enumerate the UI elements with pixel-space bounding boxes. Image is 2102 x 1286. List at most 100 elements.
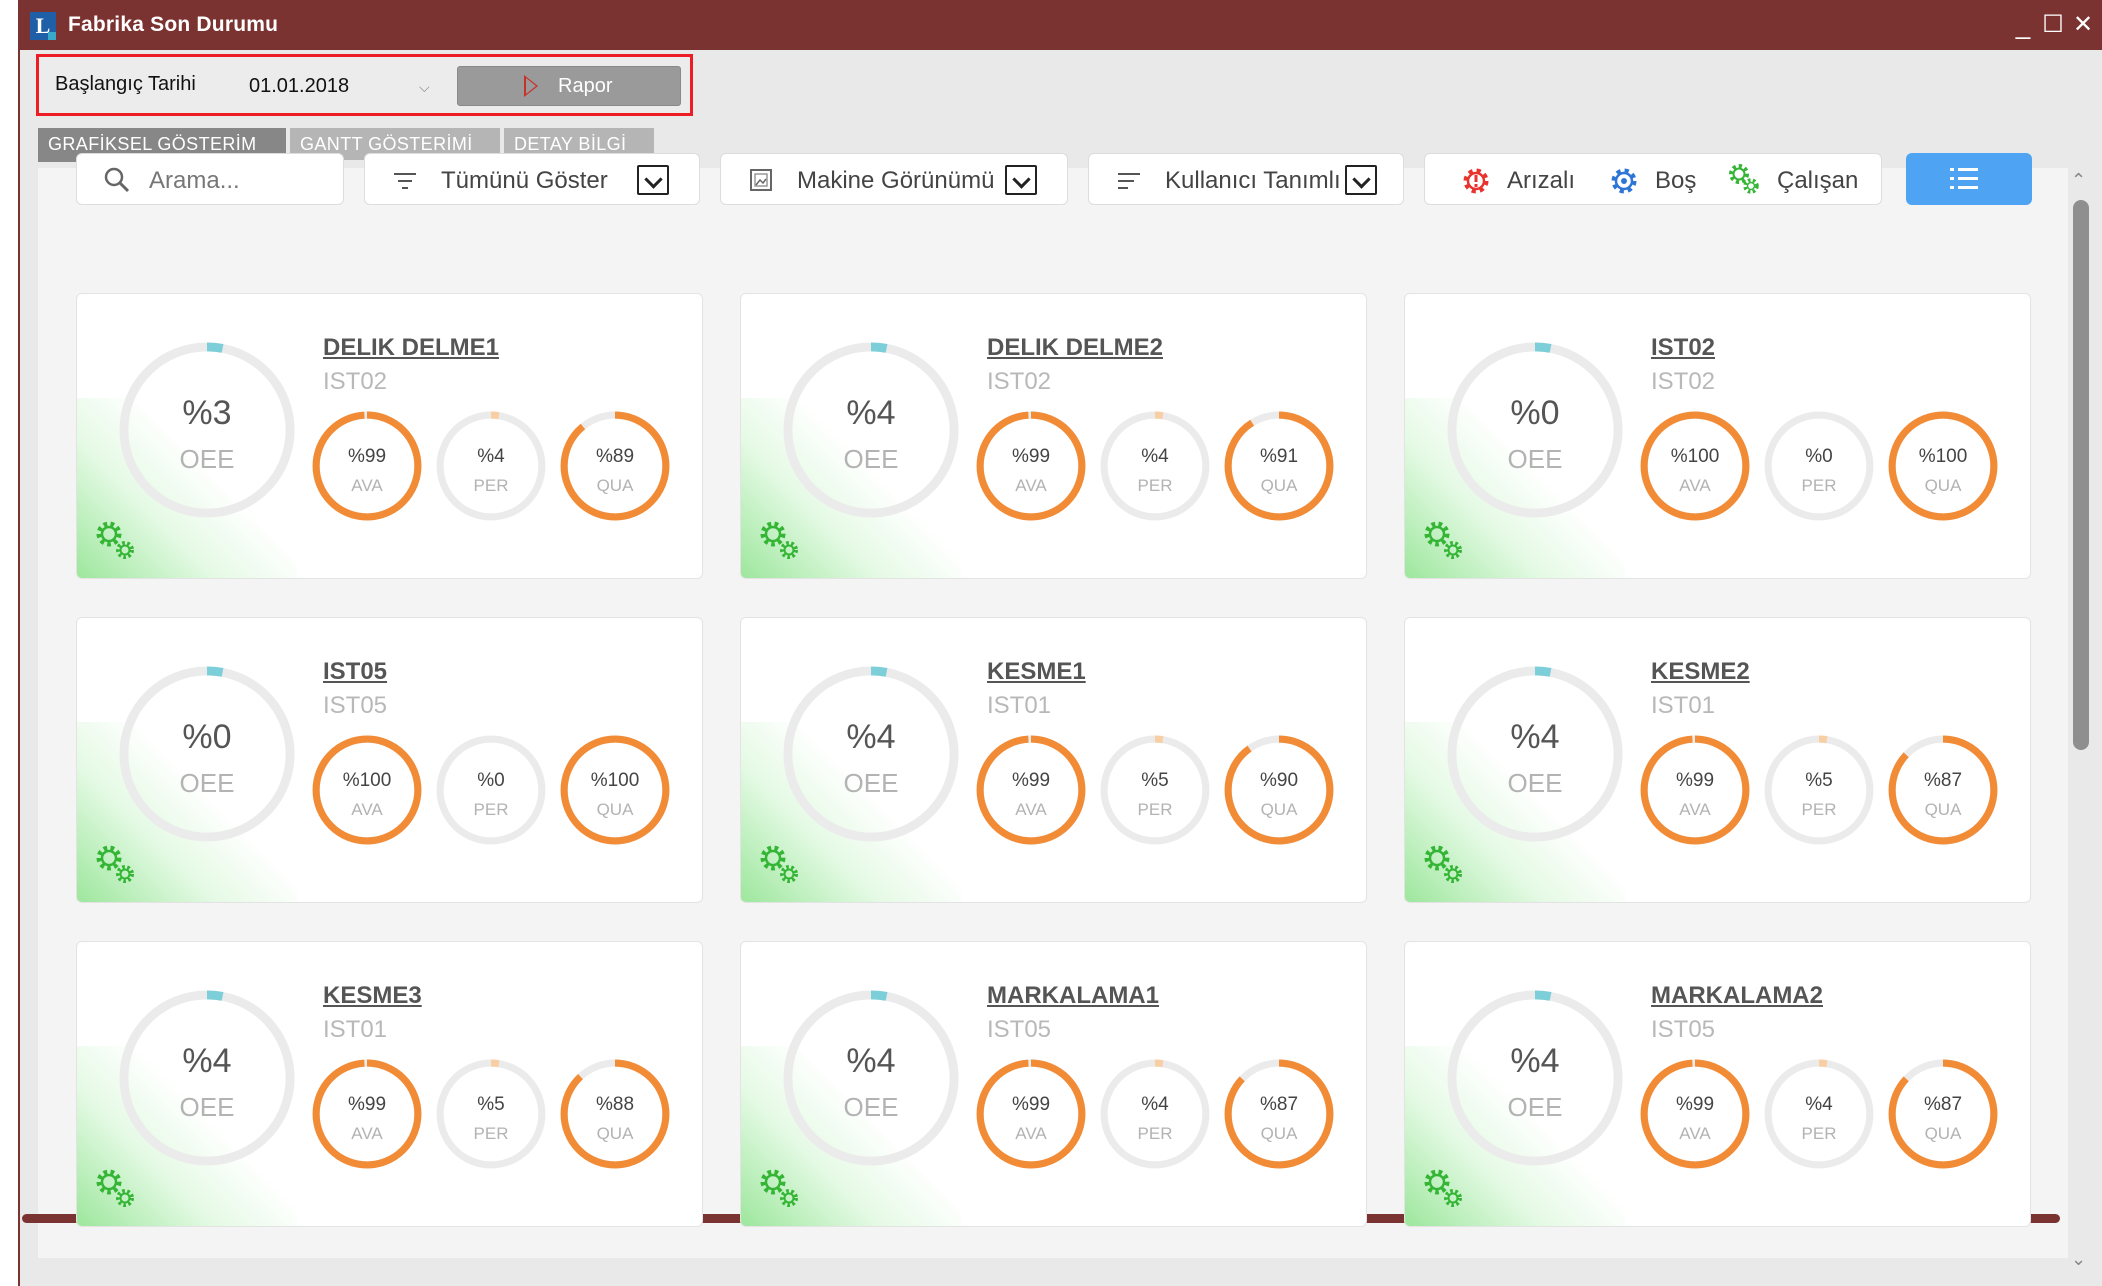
scroll-thumb[interactable] xyxy=(2073,200,2089,750)
per-value: %5 xyxy=(477,1094,505,1115)
maximize-button[interactable]: ☐ xyxy=(2038,10,2068,40)
qua-label: QUA xyxy=(1260,476,1298,495)
chevron-down-icon[interactable] xyxy=(1345,165,1377,195)
faulty-label[interactable]: Arızalı xyxy=(1507,167,1575,195)
status-legend: Arızalı Boş Çalışan xyxy=(1424,153,1882,205)
machine-name-link[interactable]: KESME3 xyxy=(323,982,422,1010)
per-label: PER xyxy=(473,476,509,495)
machine-card[interactable]: %4 OEE KESME2 IST01 %99 AVA %5 PER %87 QUA xyxy=(1404,617,2031,903)
machine-station-code: IST01 xyxy=(1651,692,1716,719)
per-label: PER xyxy=(1801,476,1837,495)
running-gears-icon xyxy=(1424,845,1462,883)
app-logo-icon: L xyxy=(30,12,56,40)
per-value: %4 xyxy=(1805,1094,1833,1115)
ava-label: AVA xyxy=(1679,476,1711,495)
machine-station-code: IST05 xyxy=(987,1016,1052,1043)
oee-value: %3 xyxy=(182,394,232,432)
title-bar[interactable]: L Fabrika Son Durumu _ ☐ ✕ xyxy=(18,0,2102,50)
oee-label: OEE xyxy=(1507,768,1563,798)
running-gears-icon xyxy=(760,521,798,559)
chevron-down-icon[interactable] xyxy=(637,165,669,195)
running-gears-icon xyxy=(96,845,134,883)
running-gears-icon xyxy=(760,1169,798,1207)
qua-label: QUA xyxy=(1260,800,1298,819)
ava-label: AVA xyxy=(1679,1124,1711,1143)
per-label: PER xyxy=(1801,800,1837,819)
qua-value: %100 xyxy=(1918,446,1968,467)
qua-value: %88 xyxy=(595,1094,635,1115)
idle-label[interactable]: Boş xyxy=(1655,167,1696,195)
machine-name-link[interactable]: IST05 xyxy=(323,658,387,686)
oee-value: %0 xyxy=(182,718,232,756)
ava-value: %100 xyxy=(1670,446,1720,467)
ava-value: %100 xyxy=(342,770,392,791)
machine-card[interactable]: %3 OEE DELIK DELME1 IST02 %99 AVA %4 PER %89 QUA xyxy=(76,293,703,579)
ava-value: %99 xyxy=(1675,770,1715,791)
machine-card[interactable]: %4 OEE MARKALAMA2 IST05 %99 AVA %4 PER %87 QUA xyxy=(1404,941,2031,1227)
oee-label: OEE xyxy=(179,768,235,798)
oee-value: %0 xyxy=(1510,394,1560,432)
running-gears-icon xyxy=(1424,521,1462,559)
machine-card[interactable]: %4 OEE KESME1 IST01 %99 AVA %5 PER %90 QUA xyxy=(740,617,1367,903)
minimize-button[interactable]: _ xyxy=(2008,10,2038,40)
scroll-down-icon[interactable]: ⌄ xyxy=(2071,1249,2086,1270)
per-value: %4 xyxy=(477,446,505,467)
report-toolbar: Başlangıç Tarihi 01.01.2018 ⌵ Rapor xyxy=(36,54,693,116)
machine-card[interactable]: %0 OEE IST05 IST05 %100 AVA %0 PER %100 QUA xyxy=(76,617,703,903)
qua-label: QUA xyxy=(1924,1124,1962,1143)
search-input[interactable]: Arama... xyxy=(76,153,344,205)
qua-label: QUA xyxy=(1260,1124,1298,1143)
close-button[interactable]: ✕ xyxy=(2068,10,2098,40)
qua-label: QUA xyxy=(596,476,634,495)
ava-label: AVA xyxy=(1679,800,1711,819)
running-gears-icon[interactable] xyxy=(1727,162,1761,196)
ava-label: AVA xyxy=(351,1124,383,1143)
machine-card[interactable]: %4 OEE DELIK DELME2 IST02 %99 AVA %4 PER %91 QUA xyxy=(740,293,1367,579)
ava-label: AVA xyxy=(351,476,383,495)
oee-value: %4 xyxy=(182,1042,232,1080)
scroll-up-icon[interactable]: ⌃ xyxy=(2071,170,2086,191)
running-gears-icon xyxy=(760,845,798,883)
ava-value: %99 xyxy=(347,446,387,467)
qua-value: %87 xyxy=(1259,1094,1299,1115)
running-gears-icon xyxy=(96,521,134,559)
qua-label: QUA xyxy=(1924,476,1962,495)
qua-label: QUA xyxy=(596,800,634,819)
chevron-down-icon[interactable]: ⌵ xyxy=(419,79,430,96)
machine-name-link[interactable]: DELIK DELME2 xyxy=(987,334,1163,362)
machine-card[interactable]: %4 OEE KESME3 IST01 %99 AVA %5 PER %88 QUA xyxy=(76,941,703,1227)
oee-value: %4 xyxy=(846,1042,896,1080)
per-label: PER xyxy=(473,1124,509,1143)
ava-value: %99 xyxy=(1675,1094,1715,1115)
machine-name-link[interactable]: KESME1 xyxy=(987,658,1086,686)
machine-name-link[interactable]: DELIK DELME1 xyxy=(323,334,499,362)
machine-name-link[interactable]: MARKALAMA1 xyxy=(987,982,1159,1010)
machine-card[interactable]: %0 OEE IST02 IST02 %100 AVA %0 PER %100 QUA xyxy=(1404,293,2031,579)
per-label: PER xyxy=(473,800,509,819)
view-filter-dropdown[interactable]: Makine Görünümü xyxy=(720,153,1068,205)
start-date-field[interactable]: 01.01.2018 xyxy=(241,69,421,99)
running-label[interactable]: Çalışan xyxy=(1777,167,1858,195)
per-label: PER xyxy=(1137,1124,1173,1143)
machine-card[interactable]: %4 OEE MARKALAMA1 IST05 %99 AVA %4 PER %87 QUA xyxy=(740,941,1367,1227)
search-placeholder: Arama... xyxy=(149,167,240,194)
faulty-gear-icon[interactable] xyxy=(1461,166,1491,196)
image-view-icon xyxy=(750,169,772,191)
chevron-down-icon[interactable] xyxy=(1005,165,1037,195)
vertical-scrollbar[interactable]: ⌃ ⌄ xyxy=(2068,170,2094,1270)
per-value: %5 xyxy=(1805,770,1833,791)
per-value: %0 xyxy=(1805,446,1833,467)
running-gears-icon xyxy=(1424,1169,1462,1207)
oee-label: OEE xyxy=(1507,1092,1563,1122)
machine-name-link[interactable]: MARKALAMA2 xyxy=(1651,982,1823,1010)
per-label: PER xyxy=(1137,476,1173,495)
idle-gear-icon[interactable] xyxy=(1609,166,1639,196)
list-view-button[interactable] xyxy=(1906,153,2032,205)
qua-value: %87 xyxy=(1923,1094,1963,1115)
sort-filter-dropdown[interactable]: Kullanıcı Tanımlı xyxy=(1088,153,1404,205)
show-filter-dropdown[interactable]: Tümünü Göster xyxy=(364,153,700,205)
machine-name-link[interactable]: IST02 xyxy=(1651,334,1715,362)
qua-value: %90 xyxy=(1259,770,1299,791)
report-button[interactable]: Rapor xyxy=(457,66,681,106)
machine-name-link[interactable]: KESME2 xyxy=(1651,658,1750,686)
